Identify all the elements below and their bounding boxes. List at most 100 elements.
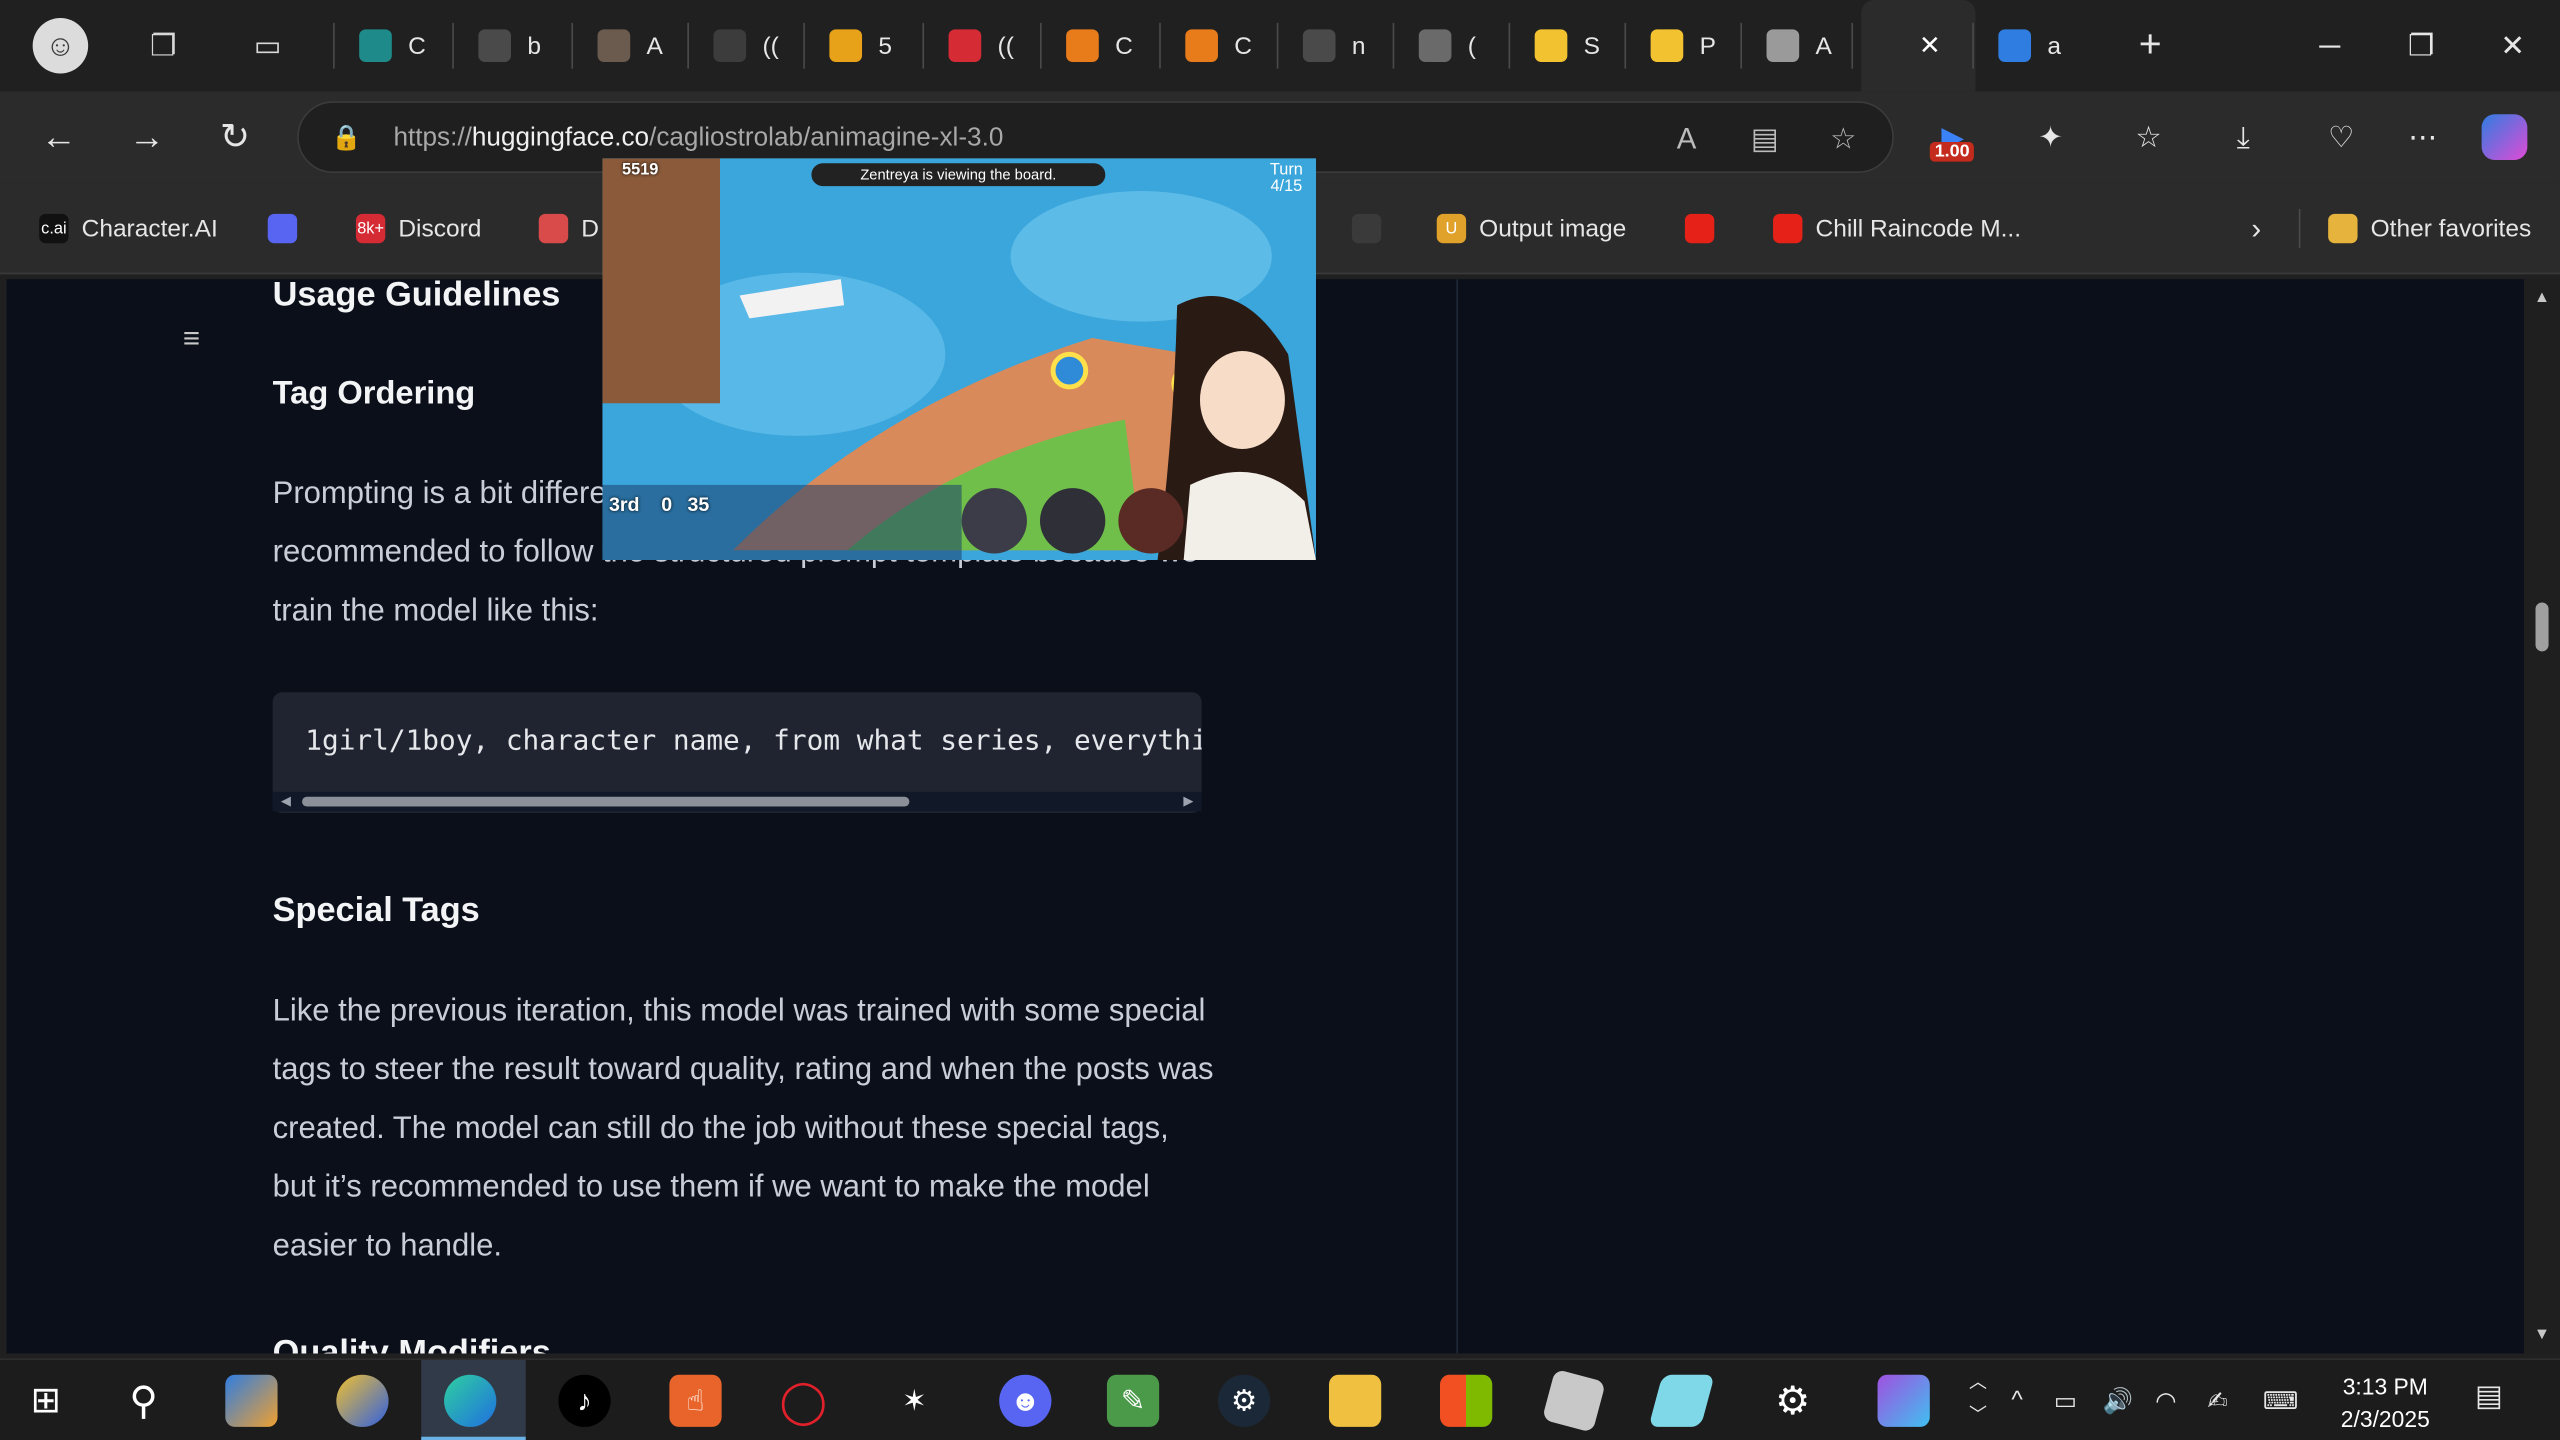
notifications-icon[interactable]: ▤	[2475, 1380, 2503, 1414]
refresh-button[interactable]: ↻	[209, 111, 261, 163]
app-icon-map[interactable]: ✎	[1106, 1374, 1160, 1427]
more-menu-icon[interactable]: ⋯	[2397, 111, 2449, 163]
clock-date: 2/3/2025	[2340, 1405, 2430, 1432]
new-tab-button[interactable]: +	[2127, 23, 2173, 69]
image-icon	[597, 29, 631, 63]
favorite-item[interactable]: Other favorites	[2328, 209, 2531, 248]
hugging-face-icon	[1650, 29, 1684, 63]
browser-tab[interactable]: b	[462, 13, 570, 78]
browser-tab[interactable]: ((	[697, 13, 805, 78]
cube-icon	[1418, 29, 1452, 63]
close-window-button[interactable]: ✕	[2490, 23, 2536, 69]
picture-in-picture-video[interactable]: Zentreya is viewing the board. Turn 4/15 …	[602, 158, 1316, 560]
workspaces-icon[interactable]: ❐	[140, 23, 186, 69]
favorite-item[interactable]	[1351, 209, 1394, 248]
app-icon-blue-shape[interactable]	[1648, 1374, 1715, 1427]
favorite-star-icon[interactable]: ☆	[1824, 119, 1863, 158]
read-aloud-icon[interactable]: A	[1667, 119, 1706, 158]
extensions-icon[interactable]: ✦	[2024, 111, 2076, 163]
favorite-label: Chill Raincode M...	[1815, 214, 2022, 243]
browser-tab[interactable]: A	[1750, 13, 1858, 78]
tab-actions-icon[interactable]: ▭	[245, 23, 291, 69]
hamburger-menu-icon[interactable]: ≡	[183, 322, 200, 356]
browser-tab[interactable]: 5	[813, 13, 921, 78]
page-vertical-scrollbar[interactable]: ▲ ▼	[2524, 279, 2560, 1354]
tab-label: C	[1234, 31, 1252, 60]
clock[interactable]: 3:13 PM 2/3/2025	[2315, 1370, 2455, 1435]
browser-tab[interactable]: S	[1518, 13, 1626, 78]
settings-gear-icon[interactable]: ⚙	[1767, 1375, 1819, 1427]
browser-tab[interactable]: (	[1402, 13, 1510, 78]
restore-button[interactable]: ❐	[2398, 23, 2444, 69]
copilot-icon[interactable]	[2481, 114, 2528, 160]
volume-icon[interactable]: 🔊	[2103, 1386, 2134, 1416]
favorite-item[interactable]	[1684, 209, 1727, 248]
turn-counter: Turn 4/15	[1269, 161, 1303, 196]
opera-browser-icon[interactable]: ◯	[777, 1375, 829, 1427]
wifi-icon[interactable]: ◠	[2155, 1386, 2176, 1416]
favorite-item[interactable]: c.ai Character.AI	[39, 209, 218, 248]
pen-icon[interactable]: ✍	[2207, 1386, 2228, 1416]
downloads-icon[interactable]: ⤓	[2217, 111, 2269, 163]
browser-essentials-icon[interactable]: ♡	[2315, 111, 2367, 163]
browser-tab[interactable]: ((	[932, 13, 1040, 78]
battery-icon[interactable]: ▭	[2054, 1386, 2077, 1416]
favorite-item[interactable]: 8k+ Discord	[355, 209, 481, 248]
favorite-item[interactable]: Chill Raincode M...	[1773, 209, 2021, 248]
code-horizontal-scrollbar[interactable]: ◀ ▶	[272, 791, 1202, 812]
browser-tab[interactable]: ✕	[1861, 0, 1976, 92]
copilot-app-icon[interactable]	[225, 1374, 278, 1427]
photos-app-icon[interactable]	[336, 1374, 389, 1427]
8k-icon	[948, 29, 982, 63]
anime-app-icon[interactable]	[1877, 1374, 1930, 1427]
back-button[interactable]: ←	[33, 111, 85, 163]
url-text[interactable]: https://huggingface.co/cagliostrolab/ani…	[393, 124, 1003, 153]
heading-usage-guidelines: Usage Guidelines	[272, 279, 561, 314]
heading-tag-ordering: Tag Ordering	[272, 375, 476, 412]
favorite-item[interactable]: U Output image	[1436, 209, 1626, 248]
forward-button[interactable]: →	[121, 111, 173, 163]
favorite-item[interactable]	[267, 209, 310, 248]
browser-tab[interactable]: a	[1982, 13, 2090, 78]
heading-special-tags: Special Tags	[272, 891, 480, 929]
browser-tab[interactable]: P	[1634, 13, 1742, 78]
start-button-windows-icon[interactable]: ⊞	[20, 1375, 72, 1427]
app-icon-bird[interactable]: ✶	[888, 1375, 940, 1427]
app-icon-orange[interactable]: ☝	[669, 1374, 722, 1427]
roblox-icon[interactable]	[1541, 1368, 1606, 1433]
page-icon	[478, 29, 512, 63]
touch-keyboard-icon[interactable]: ⌨	[2263, 1386, 2298, 1416]
browser-tab[interactable]: C	[1050, 13, 1158, 78]
edge-browser-icon[interactable]	[444, 1374, 497, 1427]
show-hidden-icons-chevron-icon[interactable]: ^	[2011, 1386, 2023, 1414]
immersive-reader-icon[interactable]: ▤	[1745, 119, 1784, 158]
favorites-icon[interactable]: ☆	[2122, 111, 2174, 163]
tab-label: ((	[762, 31, 779, 60]
discord-icon[interactable]: ☻	[999, 1374, 1052, 1427]
favorite-item[interactable]: D	[538, 209, 599, 248]
steam-icon[interactable]: ⚙	[1217, 1374, 1271, 1427]
minimize-button[interactable]: ─	[2307, 23, 2353, 69]
browser-tab[interactable]: C	[343, 13, 451, 78]
microsoft-store-icon[interactable]	[1439, 1374, 1493, 1427]
search-icon[interactable]: ⚲	[118, 1375, 170, 1427]
player-score: 5519	[622, 161, 659, 180]
player-stars: 0	[661, 493, 673, 516]
profile-avatar[interactable]: ☺	[32, 17, 89, 74]
scrollbar-thumb[interactable]	[302, 796, 910, 807]
browser-tab[interactable]: C	[1169, 13, 1277, 78]
file-explorer-folder-icon[interactable]	[1328, 1374, 1382, 1427]
lock-icon[interactable]: 🔒	[331, 122, 364, 155]
pinwheel-icon	[829, 29, 863, 63]
taskbar-scroll-chevron-icon[interactable]: ︿ ﹀	[1969, 1367, 1987, 1432]
browser-tab[interactable]: A	[581, 13, 689, 78]
favorites-overflow-chevron-icon[interactable]: ›	[2230, 202, 2282, 254]
page-scrollbar-thumb[interactable]	[2535, 602, 2549, 652]
tab-label: ((	[997, 31, 1014, 60]
tab-label: n	[1351, 31, 1366, 60]
tiktok-icon[interactable]: ♪	[558, 1374, 611, 1427]
game-scene-image	[602, 158, 1316, 560]
browser-tab[interactable]: n	[1287, 13, 1395, 78]
folder-icon	[2328, 213, 2358, 244]
store-icon	[538, 213, 569, 244]
